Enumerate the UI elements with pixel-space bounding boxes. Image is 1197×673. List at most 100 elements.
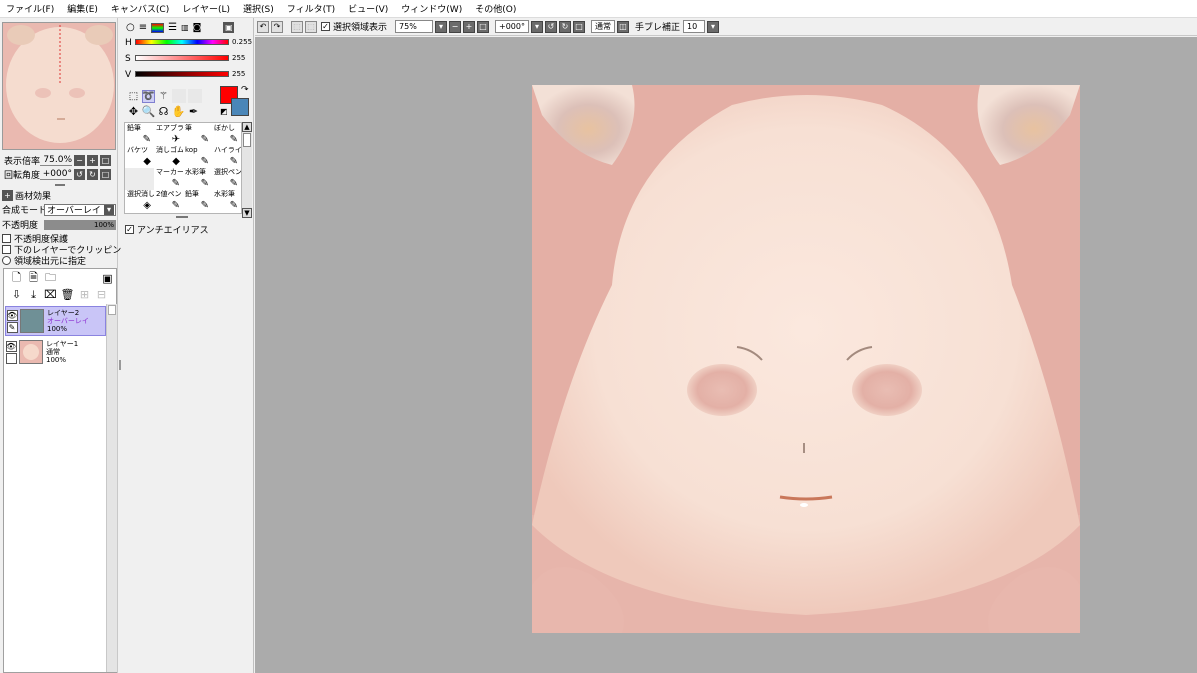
layer-item[interactable]: 👁 ✎ レイヤー2 オーバーレイ 100% xyxy=(5,306,106,336)
new-linework-layer-icon[interactable]: 🗎 xyxy=(27,271,40,285)
tool-cell[interactable]: 消しゴム ◆ xyxy=(154,146,183,168)
rotate-icon[interactable]: ☊ xyxy=(157,105,170,118)
scroll-down-icon[interactable]: ▼ xyxy=(242,208,252,218)
menu-edit[interactable]: 編集(E) xyxy=(67,2,98,15)
scratchpad-icon[interactable]: ◙ xyxy=(193,23,202,33)
blend-mode-select[interactable]: オーバーレイ ▾ xyxy=(44,203,116,216)
view-mode-button[interactable]: 通常 xyxy=(591,20,616,33)
stabilizer-field[interactable]: 10 xyxy=(683,20,706,33)
rotation-field[interactable]: +000° xyxy=(495,20,530,33)
clear-layer-icon[interactable]: ⌧ xyxy=(44,288,57,301)
selection-source-radio[interactable] xyxy=(2,256,11,265)
antialias-checkbox[interactable]: ✓ xyxy=(125,225,134,234)
magic-wand-icon[interactable]: ⚚ xyxy=(157,90,170,103)
zoom-value[interactable]: 75.0% xyxy=(40,155,72,166)
tool-cell[interactable]: 水彩筆 ✎ xyxy=(212,190,241,212)
stabilizer-dropdown-icon[interactable]: ▾ xyxy=(707,20,720,33)
zoom-reset-icon[interactable]: □ xyxy=(100,155,111,166)
flip-icon[interactable]: ◫ xyxy=(617,20,630,33)
tool-cell[interactable]: 2値ペン ✎ xyxy=(154,190,183,212)
lasso-select-icon[interactable]: ➰ xyxy=(142,89,155,103)
menu-canvas[interactable]: キャンバス(C) xyxy=(111,2,169,15)
layer-item[interactable]: 👁 レイヤー1 通常 100% xyxy=(5,337,106,367)
tool-cell[interactable]: kop ✎ xyxy=(183,146,212,168)
texture-effect-row[interactable]: + 画材効果 xyxy=(2,189,51,202)
new-folder-icon[interactable]: 🗀 xyxy=(44,271,57,285)
tool-cell[interactable]: バケツ ◆ xyxy=(125,146,154,168)
protect-opacity-checkbox[interactable] xyxy=(2,234,11,243)
zoom-in-icon[interactable]: + xyxy=(87,155,98,166)
value-slider[interactable] xyxy=(135,71,229,77)
tool-cell[interactable]: マーカー ✎ xyxy=(154,168,183,190)
rotate-right-icon[interactable]: ↻ xyxy=(87,169,98,180)
reset-colors-icon[interactable]: ◩ xyxy=(220,107,228,116)
invert-select-icon[interactable]: ⬚ xyxy=(305,20,317,33)
menu-filter[interactable]: フィルタ(T) xyxy=(287,2,335,15)
tool-cell[interactable]: 水彩筆 ✎ xyxy=(183,168,212,190)
rotate-left-icon[interactable]: ↺ xyxy=(74,169,85,180)
toolbar-zoom-reset-icon[interactable]: □ xyxy=(477,20,490,33)
workspace[interactable] xyxy=(255,37,1197,673)
nav-slider-thumb[interactable] xyxy=(55,184,65,186)
show-selection-checkbox[interactable]: ✓ xyxy=(321,22,330,31)
saturation-slider[interactable] xyxy=(135,55,229,61)
menu-layer[interactable]: レイヤー(L) xyxy=(182,2,230,15)
eyedropper-icon[interactable]: ✒ xyxy=(187,105,200,118)
layer-scroll-thumb[interactable] xyxy=(108,305,116,315)
swatch-icon[interactable]: ▥ xyxy=(181,23,189,32)
tool-splitter[interactable] xyxy=(176,216,188,218)
edit-slot-icon[interactable] xyxy=(5,352,17,364)
tool-cell[interactable] xyxy=(125,168,154,190)
merge-down-icon[interactable]: ⤓ xyxy=(27,288,40,301)
rect-select-icon[interactable]: ⬚ xyxy=(127,90,140,103)
zoom-out-icon[interactable]: − xyxy=(74,155,85,166)
tool-cell[interactable]: 鉛筆 ✎ xyxy=(183,190,212,212)
canvas[interactable] xyxy=(532,85,1080,633)
selection-source-row[interactable]: 領域検出元に指定 xyxy=(2,254,86,267)
tool-cell[interactable]: 筆 ✎ xyxy=(183,124,212,146)
rgb-slider-icon[interactable]: ≡ xyxy=(139,22,147,33)
new-layer-icon[interactable]: 🗋 xyxy=(10,271,23,285)
toolbar-rotate-left-icon[interactable]: ↺ xyxy=(545,20,558,33)
expand-icon[interactable]: + xyxy=(2,190,13,201)
toolbar-rotate-right-icon[interactable]: ↻ xyxy=(559,20,572,33)
layer-scrollbar[interactable] xyxy=(106,304,117,672)
tool-cell[interactable]: 鉛筆 ✎ xyxy=(125,124,154,146)
move-icon[interactable]: ✥ xyxy=(127,105,140,118)
color-wheel-icon[interactable]: ○ xyxy=(126,22,135,33)
zoom-icon[interactable]: 🔍 xyxy=(142,105,156,118)
tool-cell[interactable]: ハイライト ✎ xyxy=(212,146,241,168)
clip-checkbox[interactable] xyxy=(2,245,11,254)
swap-colors-icon[interactable]: ↷ xyxy=(241,85,249,95)
mix-bar-icon[interactable]: ☰ xyxy=(168,22,177,33)
tool-cell[interactable]: ぼかし ✎ xyxy=(212,124,241,146)
scroll-up-icon[interactable]: ▲ xyxy=(242,122,252,132)
zoom-dropdown-icon[interactable]: ▾ xyxy=(435,20,448,33)
layer-mask-icon[interactable]: ▣ xyxy=(101,272,114,285)
toolbar-zoom-out-icon[interactable]: − xyxy=(449,20,462,33)
transfer-down-icon[interactable]: ⇩ xyxy=(10,288,23,301)
redo-icon[interactable]: ↷ xyxy=(271,20,283,33)
delete-layer-icon[interactable]: 🗑 xyxy=(61,288,75,301)
opacity-slider[interactable]: 100% xyxy=(44,219,116,230)
menu-select[interactable]: 選択(S) xyxy=(243,2,274,15)
hue-slider[interactable] xyxy=(135,39,229,45)
background-color-swatch[interactable] xyxy=(231,98,249,116)
deselect-icon[interactable]: ⬚ xyxy=(291,20,303,33)
toolbar-rotate-reset-icon[interactable]: □ xyxy=(573,20,586,33)
rotation-value[interactable]: +000° xyxy=(40,169,72,180)
panel-close-icon[interactable]: ▣ xyxy=(223,22,235,33)
menu-other[interactable]: その他(O) xyxy=(475,2,516,15)
visibility-eye-icon[interactable]: 👁 xyxy=(6,309,18,321)
toolbar-zoom-in-icon[interactable]: + xyxy=(463,20,476,33)
hsv-slider-icon[interactable] xyxy=(151,22,165,33)
tool-cell[interactable]: 選択消し ◈ xyxy=(125,190,154,212)
hand-icon[interactable]: ✋ xyxy=(172,105,186,118)
rotation-dropdown-icon[interactable]: ▾ xyxy=(531,20,544,33)
menu-view[interactable]: ビュー(V) xyxy=(348,2,388,15)
tool-cell[interactable]: エアブラシ ✈ xyxy=(154,124,183,146)
menu-file[interactable]: ファイル(F) xyxy=(6,2,54,15)
scroll-thumb[interactable] xyxy=(243,133,251,147)
tool-scrollbar[interactable]: ▲ ▼ xyxy=(242,122,252,218)
tool-cell[interactable]: 選択ペン ✎ xyxy=(212,168,241,190)
